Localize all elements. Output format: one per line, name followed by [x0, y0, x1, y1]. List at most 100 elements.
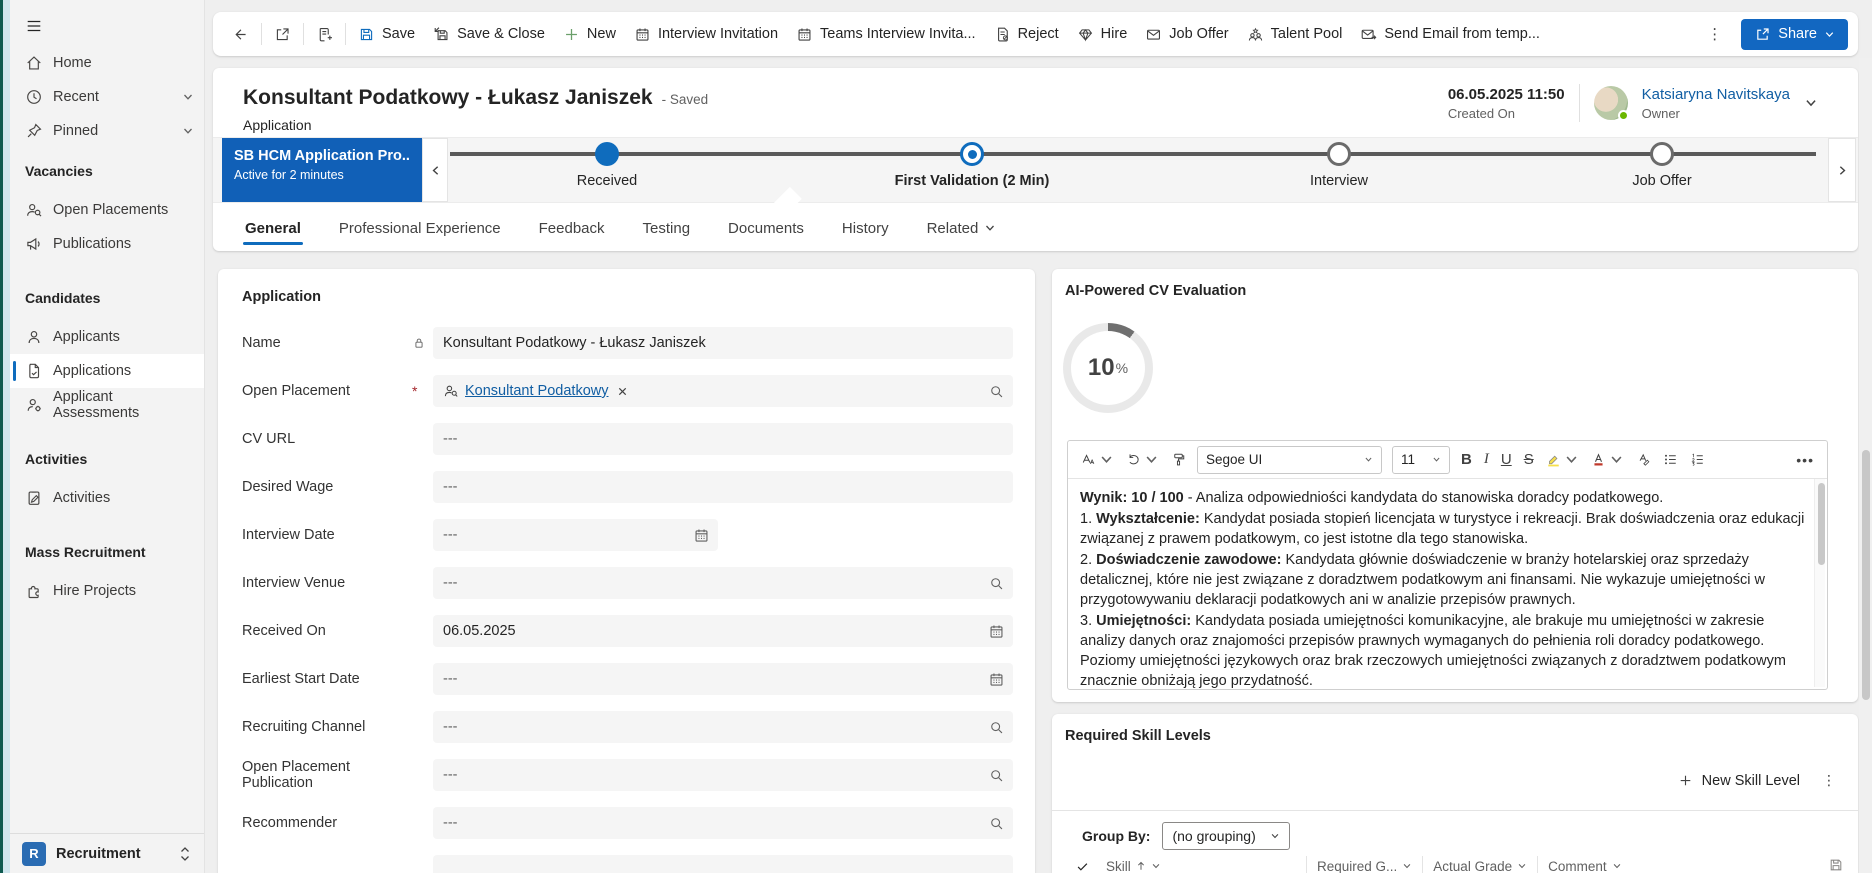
group-by-select[interactable]: (no grouping) — [1162, 822, 1290, 850]
interview-venue-lookup[interactable]: --- — [433, 567, 1013, 599]
grid-more-commands-button[interactable]: ⋮ — [1816, 772, 1842, 789]
column-header-comment[interactable]: Comment — [1537, 856, 1632, 873]
chevron-down-icon[interactable] — [182, 125, 194, 137]
select-all-column[interactable] — [1076, 860, 1106, 873]
interview-invitation-button[interactable]: Interview Invitation — [625, 20, 787, 49]
name-input[interactable]: Konsultant Podatkowy - Łukasz Janiszek — [433, 327, 1013, 359]
remove-value-icon[interactable] — [617, 386, 628, 397]
stage-current-circle[interactable] — [960, 142, 984, 166]
teams-interview-invitation-button[interactable]: Teams Interview Invita... — [787, 20, 985, 49]
owner-name-link[interactable]: Katsiaryna Navitskaya — [1642, 86, 1790, 103]
chevron-down-icon[interactable] — [1517, 861, 1527, 871]
column-header-actual-grade[interactable]: Actual Grade — [1422, 856, 1537, 873]
numbered-list-button[interactable] — [1685, 448, 1710, 471]
italic-button[interactable]: I — [1479, 447, 1494, 472]
partial-field[interactable] — [433, 855, 1013, 873]
evaluation-text[interactable]: Wynik: 10 / 100 - Analiza odpowiedniości… — [1068, 479, 1827, 689]
tab-feedback[interactable]: Feedback — [537, 210, 607, 249]
header-expand-chevron-icon[interactable] — [1804, 96, 1818, 110]
earliest-start-date-input[interactable]: --- — [433, 663, 1013, 695]
show-as-button[interactable] — [307, 20, 342, 49]
bold-button[interactable]: B — [1456, 447, 1477, 472]
sidebar-item-applicants[interactable]: Applicants — [10, 320, 204, 354]
process-next-button[interactable] — [1828, 138, 1856, 202]
clear-formatting-button[interactable] — [1631, 448, 1656, 471]
process-name-box[interactable]: SB HCM Application Pro... Active for 2 m… — [222, 138, 422, 202]
tab-testing[interactable]: Testing — [641, 210, 693, 249]
hamburger-menu-button[interactable] — [18, 12, 50, 40]
sidebar-item-applicant-assessments[interactable]: Applicant Assessments — [10, 388, 204, 422]
undo-button[interactable] — [1121, 448, 1164, 471]
strikethrough-button[interactable]: S — [1519, 447, 1539, 472]
search-icon[interactable] — [988, 575, 1005, 592]
save-and-close-button[interactable]: Save & Close — [424, 20, 554, 49]
tab-documents[interactable]: Documents — [726, 210, 806, 249]
text-style-button[interactable] — [1076, 448, 1119, 471]
stage-todo-circle[interactable] — [1327, 142, 1351, 166]
stage-job-offer[interactable]: Job Offer — [1552, 142, 1772, 189]
search-icon[interactable] — [988, 815, 1005, 832]
font-size-select[interactable]: 11 — [1392, 445, 1450, 474]
rte-scrollbar-thumb[interactable] — [1818, 483, 1825, 565]
underline-button[interactable]: U — [1496, 447, 1517, 472]
column-header-skill[interactable]: Skill — [1106, 856, 1306, 873]
calendar-icon[interactable] — [693, 527, 710, 544]
send-email-from-template-button[interactable]: Send Email from temp... — [1351, 20, 1549, 49]
open-placement-link[interactable]: Konsultant Podatkowy — [465, 383, 608, 399]
stage-first-validation[interactable]: First Validation (2 Min) — [862, 142, 1082, 189]
font-family-select[interactable]: Segoe UI — [1197, 445, 1382, 474]
column-header-required-grade[interactable]: Required G... — [1306, 856, 1422, 873]
chevron-down-icon[interactable] — [1151, 861, 1161, 871]
format-painter-button[interactable] — [1166, 448, 1191, 471]
sidebar-item-open-placements[interactable]: Open Placements — [10, 193, 204, 227]
save-button[interactable]: Save — [349, 20, 424, 49]
cv-url-input[interactable]: --- — [433, 423, 1013, 455]
sidebar-item-home[interactable]: Home — [10, 46, 204, 80]
stage-received[interactable]: Received — [497, 142, 717, 189]
sidebar-item-publications[interactable]: Publications — [10, 227, 204, 261]
tab-related[interactable]: Related — [925, 210, 999, 249]
reject-button[interactable]: Reject — [985, 20, 1068, 49]
main-scrollbar-thumb[interactable] — [1861, 450, 1870, 700]
more-commands-button[interactable]: ⋮ — [1699, 21, 1731, 47]
chevron-down-icon[interactable] — [1612, 861, 1622, 871]
recruiting-channel-lookup[interactable]: --- — [433, 711, 1013, 743]
desired-wage-input[interactable]: --- — [433, 471, 1013, 503]
new-button[interactable]: New — [554, 20, 625, 49]
recommender-lookup[interactable]: --- — [433, 807, 1013, 839]
received-on-input[interactable]: 06.05.2025 — [433, 615, 1013, 647]
back-button[interactable] — [223, 20, 258, 49]
tab-professional-experience[interactable]: Professional Experience — [337, 210, 503, 249]
chevron-up-down-icon[interactable] — [178, 845, 192, 863]
rte-more-button[interactable]: ••• — [1791, 448, 1819, 472]
talent-pool-button[interactable]: Talent Pool — [1238, 20, 1352, 49]
new-skill-level-button[interactable]: New Skill Level — [1678, 773, 1800, 789]
open-placement-lookup[interactable]: Konsultant Podatkowy — [433, 375, 1013, 407]
share-button[interactable]: Share — [1741, 18, 1848, 50]
chevron-down-icon[interactable] — [1402, 861, 1412, 871]
chevron-down-icon[interactable] — [182, 91, 194, 103]
process-collapse-button[interactable] — [422, 138, 448, 202]
bulleted-list-button[interactable] — [1658, 448, 1683, 471]
calendar-icon[interactable] — [988, 671, 1005, 688]
sidebar-item-pinned[interactable]: Pinned — [10, 114, 204, 148]
search-icon[interactable] — [988, 719, 1005, 736]
open-in-new-window-button[interactable] — [265, 20, 300, 49]
sidebar-item-applications[interactable]: Applications — [10, 354, 204, 388]
font-color-button[interactable] — [1586, 448, 1629, 471]
sidebar-item-recent[interactable]: Recent — [10, 80, 204, 114]
stage-todo-circle[interactable] — [1650, 142, 1674, 166]
tab-general[interactable]: General — [243, 210, 303, 249]
job-offer-button[interactable]: Job Offer — [1136, 20, 1237, 49]
stage-done-circle[interactable] — [595, 142, 619, 166]
app-switcher[interactable]: R Recruitment — [10, 833, 204, 873]
search-icon[interactable] — [988, 383, 1005, 400]
highlight-button[interactable] — [1541, 448, 1584, 471]
search-icon[interactable] — [988, 767, 1005, 784]
hire-button[interactable]: Hire — [1068, 20, 1137, 49]
calendar-icon[interactable] — [988, 623, 1005, 640]
sidebar-item-hire-projects[interactable]: Hire Projects — [10, 574, 204, 608]
owner-avatar[interactable] — [1593, 86, 1629, 121]
sidebar-item-activities[interactable]: Activities — [10, 481, 204, 515]
open-placement-publication-lookup[interactable]: --- — [433, 759, 1013, 791]
